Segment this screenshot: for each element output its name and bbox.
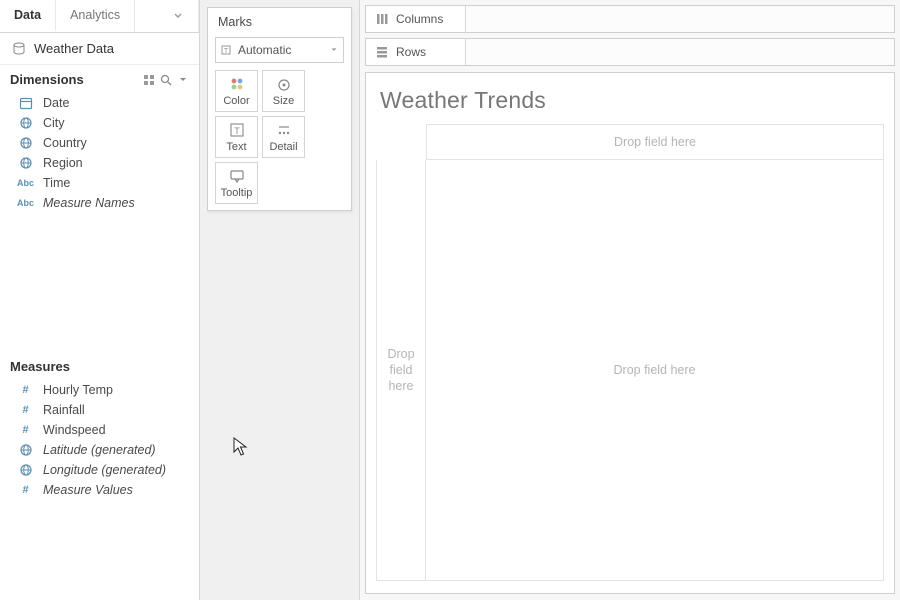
field-rainfall[interactable]: # Rainfall: [0, 400, 199, 420]
caret-down-icon: [325, 45, 343, 55]
field-label: Region: [43, 156, 83, 170]
field-label: Country: [43, 136, 87, 150]
globe-icon: [18, 156, 33, 170]
field-label: Hourly Temp: [43, 383, 113, 397]
view-as-icon[interactable]: [143, 74, 155, 86]
marks-button-label: Color: [223, 95, 249, 107]
field-hourly-temp[interactable]: # Hourly Temp: [0, 380, 199, 400]
globe-icon: [18, 463, 33, 477]
datasource[interactable]: Weather Data: [0, 33, 199, 65]
color-icon: [229, 76, 245, 92]
datasource-name: Weather Data: [34, 41, 114, 56]
field-longitude[interactable]: Longitude (generated): [0, 460, 199, 480]
size-icon: [276, 76, 292, 92]
abc-icon: Abc: [18, 198, 33, 208]
marks-card: Marks T Automatic Color Size T Text: [207, 7, 352, 211]
mark-type-label: Automatic: [236, 43, 325, 57]
calendar-icon: [18, 96, 33, 110]
tooltip-icon: [229, 168, 245, 184]
worksheet-area: Columns Rows Weather Trends Drop field h…: [360, 0, 900, 600]
marks-color-button[interactable]: Color: [215, 70, 258, 112]
rows-shelf[interactable]: Rows: [365, 38, 895, 66]
columns-shelf-head: Columns: [366, 6, 466, 32]
marks-button-label: Tooltip: [221, 187, 253, 199]
measures-title: Measures: [10, 359, 70, 374]
marks-tooltip-button[interactable]: Tooltip: [215, 162, 258, 204]
svg-text:T: T: [234, 126, 240, 136]
field-label: Latitude (generated): [43, 443, 156, 457]
field-label: Time: [43, 176, 70, 190]
rows-shelf-label: Rows: [396, 45, 426, 59]
globe-icon: [18, 443, 33, 457]
cursor-icon: [233, 437, 249, 457]
marks-detail-button[interactable]: Detail: [262, 116, 305, 158]
marks-button-label: Detail: [269, 141, 297, 153]
detail-icon: [276, 122, 292, 138]
field-region[interactable]: Region: [0, 153, 199, 173]
rows-icon: [375, 45, 389, 59]
drop-columns-zone[interactable]: Drop field here: [426, 124, 884, 160]
viz-drop-zone: Drop field here Drop field here Drop fie…: [376, 124, 884, 581]
database-icon: [12, 42, 26, 56]
field-country[interactable]: Country: [0, 133, 199, 153]
tab-data[interactable]: Data: [0, 0, 56, 32]
number-icon: #: [18, 384, 33, 396]
viz-title[interactable]: Weather Trends: [366, 73, 894, 124]
field-city[interactable]: City: [0, 113, 199, 133]
columns-shelf[interactable]: Columns: [365, 5, 895, 33]
field-time[interactable]: Abc Time: [0, 173, 199, 193]
svg-text:T: T: [224, 48, 229, 55]
dimensions-title: Dimensions: [10, 72, 84, 87]
measures-header: Measures: [0, 352, 199, 378]
rows-shelf-head: Rows: [366, 39, 466, 65]
marks-size-button[interactable]: Size: [262, 70, 305, 112]
rows-shelf-body[interactable]: [466, 39, 894, 65]
field-label: Measure Values: [43, 483, 133, 497]
drop-rows-zone[interactable]: Drop field here: [376, 160, 426, 581]
caret-icon: [172, 10, 184, 22]
field-measure-values[interactable]: # Measure Values: [0, 480, 199, 500]
marks-pane: Marks T Automatic Color Size T Text: [200, 0, 360, 600]
marktype-icon: T: [216, 44, 236, 56]
field-label: Windspeed: [43, 423, 106, 437]
dimensions-list: Date City Country Region Abc Time Abc Meas…: [0, 91, 199, 223]
field-label: Rainfall: [43, 403, 85, 417]
marks-button-label: Size: [273, 95, 294, 107]
text-icon: T: [229, 122, 245, 138]
field-label: Longitude (generated): [43, 463, 166, 477]
drop-main-zone[interactable]: Drop field here: [426, 160, 884, 581]
number-icon: #: [18, 404, 33, 416]
field-label: Measure Names: [43, 196, 135, 210]
marks-title: Marks: [208, 8, 351, 34]
number-icon: #: [18, 484, 33, 496]
number-icon: #: [18, 424, 33, 436]
tab-menu[interactable]: [135, 0, 199, 32]
field-label: Date: [43, 96, 69, 110]
data-pane: Data Analytics Weather Data Dimensions D…: [0, 0, 200, 600]
dimensions-header: Dimensions: [0, 65, 199, 91]
columns-icon: [375, 12, 389, 26]
search-icon[interactable]: [160, 74, 172, 86]
marks-text-button[interactable]: T Text: [215, 116, 258, 158]
abc-icon: Abc: [18, 178, 33, 188]
drop-rows-text: Drop field here: [387, 346, 414, 395]
field-windspeed[interactable]: # Windspeed: [0, 420, 199, 440]
viz-canvas: Weather Trends Drop field here Drop fiel…: [365, 72, 895, 594]
marks-button-label: Text: [226, 141, 246, 153]
field-date[interactable]: Date: [0, 93, 199, 113]
columns-shelf-body[interactable]: [466, 6, 894, 32]
field-label: City: [43, 116, 65, 130]
marks-buttons: Color Size T Text Detail Tooltip: [208, 70, 351, 204]
measures-list: # Hourly Temp # Rainfall # Windspeed Latitu…: [0, 378, 199, 600]
sidebar-tabs: Data Analytics: [0, 0, 199, 33]
dropdown-caret-icon[interactable]: [177, 74, 189, 86]
field-measure-names[interactable]: Abc Measure Names: [0, 193, 199, 213]
mark-type-dropdown[interactable]: T Automatic: [215, 37, 344, 63]
field-latitude[interactable]: Latitude (generated): [0, 440, 199, 460]
globe-icon: [18, 116, 33, 130]
globe-icon: [18, 136, 33, 150]
columns-shelf-label: Columns: [396, 12, 443, 26]
tab-analytics[interactable]: Analytics: [56, 0, 135, 32]
